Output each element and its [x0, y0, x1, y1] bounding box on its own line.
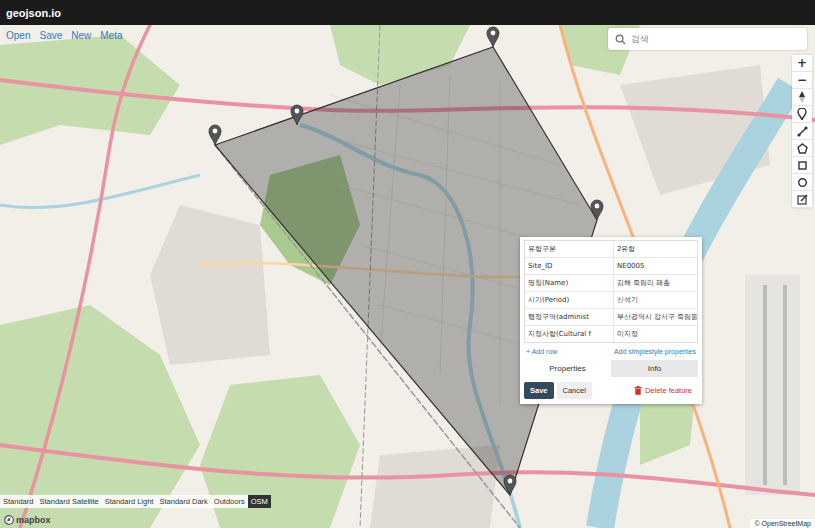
properties-table: 유형구분2유형Site_IDNE0005명칭(Name)김해 죽림리 패총시기(…	[524, 240, 698, 343]
add-row-link[interactable]: + Add row	[526, 348, 557, 355]
compass-icon	[797, 91, 807, 103]
compass-button[interactable]	[792, 89, 812, 106]
search-box[interactable]: 검색	[608, 28, 807, 50]
property-row: 명칭(Name)김해 죽림리 패총	[525, 275, 697, 292]
property-value[interactable]: 2유형	[614, 241, 697, 257]
menu-item[interactable]: New	[71, 30, 91, 41]
map-marker[interactable]	[291, 105, 303, 125]
basemap-option[interactable]: OSM	[248, 495, 271, 508]
polygon-icon	[797, 143, 808, 154]
map-marker[interactable]	[591, 200, 603, 220]
simplestyle-link[interactable]: Add simplestyle properties	[614, 348, 696, 355]
popup-actions: SaveCancel Delete feature	[524, 380, 698, 399]
map-marker[interactable]	[209, 125, 221, 145]
property-row: Site_IDNE0005	[525, 258, 697, 275]
app-title: geojson.io	[6, 7, 61, 19]
property-key[interactable]: Site_ID	[525, 258, 614, 274]
search-placeholder: 검색	[631, 33, 649, 46]
basemap-switcher: StandardStandard SatelliteStandard Light…	[0, 495, 271, 508]
basemap-option[interactable]: Outdoors	[211, 495, 248, 508]
geojson-app: geojson.io Open Save New Meta 검색 +− 유형구분2유형Site…	[0, 0, 815, 528]
basemap-option[interactable]: Standard Dark	[156, 495, 210, 508]
draw-marker-button[interactable]	[792, 106, 812, 123]
rectangle-icon	[797, 160, 808, 171]
circle-icon	[797, 177, 808, 188]
property-key[interactable]: 지정사항(Cultural f	[525, 326, 614, 342]
menu-item[interactable]: Save	[39, 30, 62, 41]
delete-feature-button[interactable]: Delete feature	[628, 382, 698, 399]
property-value[interactable]: 부산광역시 강서구 죽림동	[614, 309, 697, 325]
basemap-option[interactable]: Standard	[0, 495, 36, 508]
property-row: 유형구분2유형	[525, 241, 697, 258]
mapbox-icon	[4, 515, 14, 525]
map[interactable]: Open Save New Meta 검색 +− 유형구분2유형Site_IDNE0005명…	[0, 25, 815, 528]
property-value[interactable]: 신석기	[614, 292, 697, 308]
draw-rectangle-button[interactable]	[792, 157, 812, 174]
feature-popup: 유형구분2유형Site_IDNE0005명칭(Name)김해 죽림리 패총시기(…	[520, 237, 702, 404]
map-marker[interactable]	[487, 27, 499, 47]
basemap-option[interactable]: Standard Satellite	[36, 495, 101, 508]
magnifier-icon	[615, 34, 626, 45]
file-menu: Open Save New Meta	[6, 30, 123, 41]
property-value[interactable]: 미지정	[614, 326, 697, 342]
property-value[interactable]: 김해 죽림리 패총	[614, 275, 697, 291]
edit-button[interactable]	[792, 191, 812, 208]
zoom-out-button[interactable]: −	[792, 72, 812, 89]
property-value[interactable]: NE0005	[614, 258, 697, 274]
basemap-option[interactable]: Standard Light	[102, 495, 157, 508]
marker-icon	[797, 108, 807, 120]
property-row: 지정사항(Cultural f미지정	[525, 326, 697, 342]
edit-icon	[797, 194, 808, 205]
menu-item[interactable]: Meta	[100, 30, 122, 41]
trash-icon	[634, 386, 642, 395]
map-marker[interactable]	[504, 475, 516, 495]
save-button[interactable]: Save	[524, 382, 554, 399]
property-key[interactable]: 행정구역(administ	[525, 309, 614, 325]
property-key[interactable]: 명칭(Name)	[525, 275, 614, 291]
property-row: 시기(Period)신석기	[525, 292, 697, 309]
property-key[interactable]: 시기(Period)	[525, 292, 614, 308]
popup-tabs: PropertiesInfo	[524, 360, 698, 377]
attribution[interactable]: © OpenStreetMap	[750, 519, 815, 528]
property-row: 행정구역(administ부산광역시 강서구 죽림동	[525, 309, 697, 326]
roads	[0, 25, 815, 528]
popup-tab[interactable]: Properties	[524, 360, 611, 377]
line-icon	[797, 126, 808, 137]
menu-item[interactable]: Open	[6, 30, 30, 41]
zoom-in-button[interactable]: +	[792, 55, 812, 72]
draw-circle-button[interactable]	[792, 174, 812, 191]
mapbox-logo[interactable]: mapbox	[4, 515, 51, 525]
draw-polygon-button[interactable]	[792, 140, 812, 157]
airport	[745, 275, 800, 495]
draw-line-button[interactable]	[792, 123, 812, 140]
popup-links: + Add row Add simplestyle properties	[524, 346, 698, 357]
property-key[interactable]: 유형구분	[525, 241, 614, 257]
top-bar: geojson.io	[0, 0, 815, 25]
map-ground	[0, 25, 815, 528]
cancel-button[interactable]: Cancel	[557, 382, 592, 399]
popup-tab[interactable]: Info	[611, 360, 698, 377]
map-toolbar: +−	[792, 55, 812, 208]
